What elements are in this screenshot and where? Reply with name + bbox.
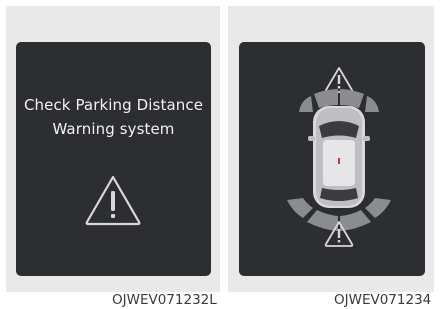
cluster-display-left: Check Parking Distance Warning system bbox=[16, 42, 211, 276]
car-top-view-icon bbox=[308, 106, 370, 208]
warning-message-line1: Check Parking Distance bbox=[23, 96, 204, 114]
warning-message-line2: Warning system bbox=[52, 120, 175, 138]
right-figure-panel bbox=[228, 6, 434, 292]
warning-triangle-icon bbox=[84, 174, 142, 226]
warning-triangle-icon bbox=[324, 67, 354, 93]
cluster-display-right bbox=[239, 42, 425, 276]
parking-sensor-diagram bbox=[287, 67, 391, 247]
figure-code-right: OJWEV071234 bbox=[334, 292, 432, 308]
left-figure-panel: Check Parking Distance Warning system bbox=[6, 6, 220, 292]
figure-code-left: OJWEV071232L bbox=[112, 292, 217, 308]
